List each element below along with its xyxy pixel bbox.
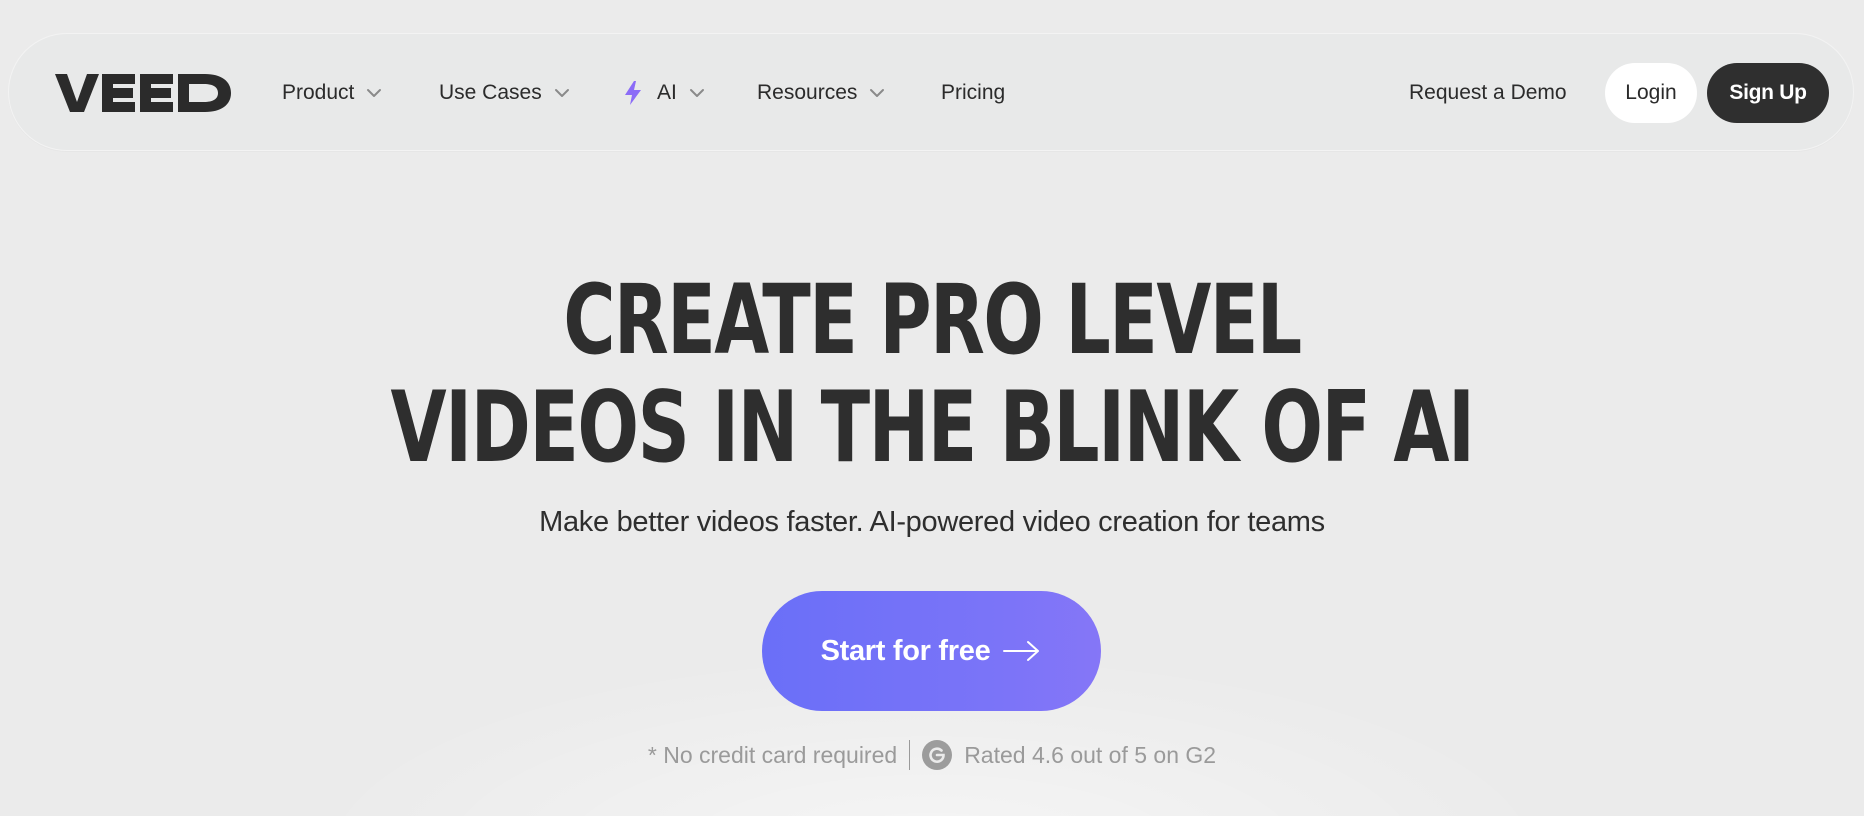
hero-title: CREATE PRO LEVEL VIDEOS IN THE BLINK OF … [242, 266, 1621, 482]
nav-ai[interactable]: AI [623, 34, 705, 152]
chevron-down-icon [367, 89, 382, 97]
hero-title-line-2: VIDEOS IN THE BLINK OF AI [390, 371, 1475, 485]
chevron-down-icon [689, 89, 704, 97]
arrow-right-icon [1003, 641, 1040, 661]
signup-button[interactable]: Sign Up [1707, 63, 1829, 123]
nav-pricing-label: Pricing [941, 81, 1006, 104]
footnote-divider [909, 740, 911, 770]
chevron-down-icon [870, 89, 885, 97]
veed-logo[interactable] [55, 72, 231, 114]
nav-pricing[interactable]: Pricing [941, 34, 1005, 152]
hero-footnote: * No credit card required Rated 4.6 out … [0, 740, 1864, 770]
nav-use-cases[interactable]: Use Cases [439, 34, 570, 152]
nav-resources[interactable]: Resources [757, 34, 885, 152]
lightning-bolt-icon [625, 81, 641, 105]
chevron-down-icon [554, 89, 569, 97]
start-for-free-label: Start for free [820, 634, 991, 667]
login-button[interactable]: Login [1605, 63, 1697, 123]
nav-resources-label: Resources [757, 81, 858, 104]
nav-ai-label: AI [657, 81, 677, 104]
hero-title-line-1: CREATE PRO LEVEL [563, 264, 1302, 376]
g2-logo-icon [922, 740, 953, 770]
top-navigation-bar: Product Use Cases AI Resources Pricing R… [8, 33, 1854, 151]
g2-rating-text: Rated 4.6 out of 5 on G2 [964, 741, 1217, 768]
nav-product-label: Product [282, 81, 355, 104]
start-for-free-button[interactable]: Start for free [762, 591, 1101, 711]
nav-use-cases-label: Use Cases [439, 81, 542, 104]
request-demo-link[interactable]: Request a Demo [1409, 34, 1567, 152]
hero-subtitle: Make better videos faster. AI-powered vi… [539, 506, 1325, 538]
no-credit-card-text: * No credit card required [647, 741, 898, 768]
nav-product[interactable]: Product [282, 34, 382, 152]
